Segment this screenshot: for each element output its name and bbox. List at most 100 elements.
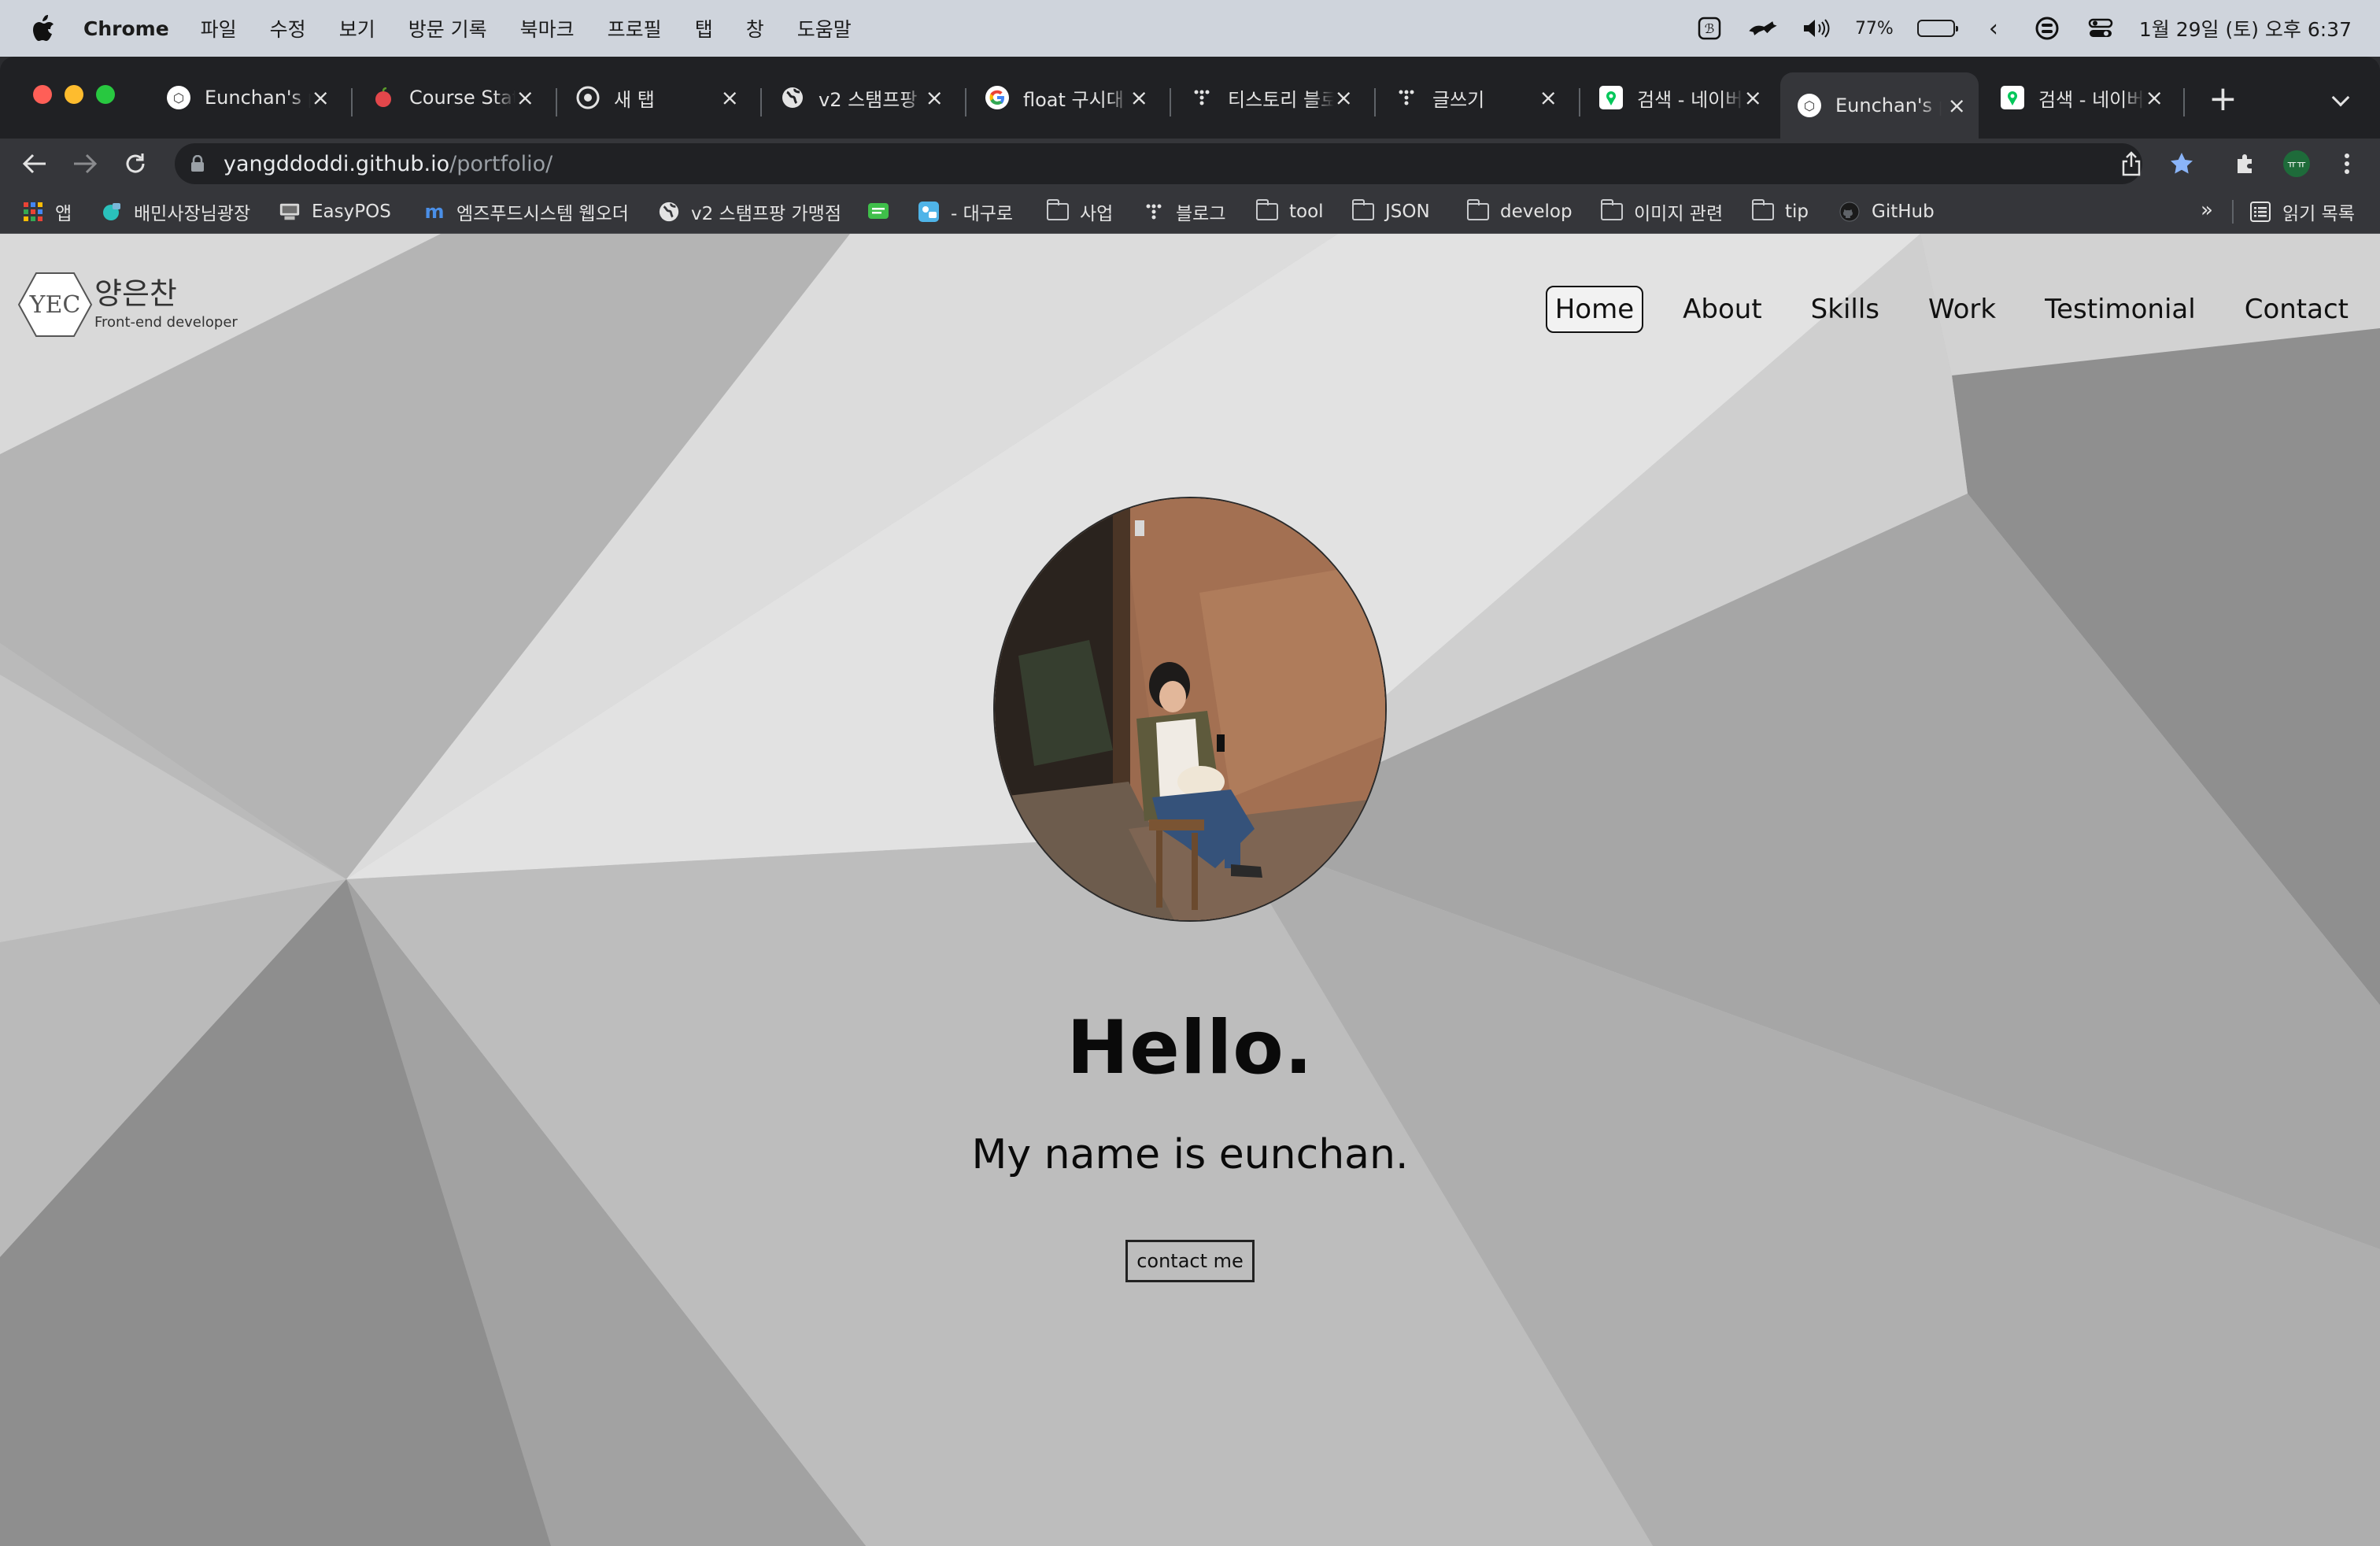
new-tab-plus-icon[interactable]: + [2208,82,2238,117]
tab-search-chevron-icon[interactable] [2331,88,2350,107]
browser-tab[interactable]: float 구시대 × [968,72,1161,123]
close-tab-icon[interactable]: × [312,85,330,111]
menu-bookmarks[interactable]: 북마크 [520,14,575,43]
control-center-icon[interactable] [2086,15,2116,42]
bookmark-folder-images[interactable]: 이미지 관련 [1601,197,1723,227]
bookmark-github[interactable]: GitHub [1839,197,1935,227]
menu-view[interactable]: 보기 [339,14,375,43]
nav-work[interactable]: Work [1919,286,2005,333]
bookmark-blog[interactable]: 블로그 [1143,197,1225,227]
profile-photo [993,497,1387,922]
address-url[interactable]: yangddoddi.github.io/portfolio/ [224,152,552,176]
menu-edit[interactable]: 수정 [270,14,306,43]
browser-tab[interactable]: 티스토리 블로그 × [1173,72,1366,123]
yec-favicon-icon: ⬡ [167,86,190,109]
menu-bar-clock[interactable]: 1월 29일 (토) 오후 6:37 [2139,14,2352,43]
nav-testimonial[interactable]: Testimonial [2035,286,2205,333]
menu-file[interactable]: 파일 [201,14,237,43]
tab-title: 검색 - 네이버 [1637,88,1743,111]
bookmark-folder-develop[interactable]: develop [1467,197,1572,227]
menu-tab[interactable]: 탭 [695,14,713,43]
close-tab-icon[interactable]: × [2145,85,2164,111]
browser-tab[interactable]: v2 스탬프팡 가맹점 × [763,72,956,123]
browser-tab[interactable]: ⬡ Eunchan's portfolio × [150,72,342,123]
url-domain: yangddoddi.github.io [224,151,450,176]
naver-map-favicon-icon [2001,86,2024,109]
bookmark-folder-business[interactable]: 사업 [1047,197,1113,227]
close-tab-icon[interactable]: × [721,85,739,111]
macos-menu-bar: Chrome 파일 수정 보기 방문 기록 북마크 프로필 탭 창 도움말 ℬ … [0,0,2380,57]
volume-icon[interactable] [1802,15,1831,42]
menu-window[interactable]: 창 [746,14,764,43]
menu-profiles[interactable]: 프로필 [608,14,662,43]
bookmark-easypos[interactable]: EasyPOS [279,197,391,227]
tab-strip: ⬡ Eunchan's portfolio × Course Status × … [0,57,2380,139]
browser-tab[interactable]: 글쓰기 × [1377,72,1570,123]
close-tab-icon[interactable]: × [1744,85,1762,111]
browser-tab-active[interactable]: ⬡ Eunchan's portfolio × [1780,72,1979,139]
close-tab-icon[interactable]: × [1130,85,1148,111]
running-cat-icon[interactable] [1748,15,1778,42]
close-tab-icon[interactable]: × [1539,85,1558,111]
zoom-window-button[interactable] [96,85,115,104]
nav-about[interactable]: About [1673,286,1772,333]
bopomofo-input-icon[interactable]: ℬ [1694,15,1724,42]
contact-me-button[interactable]: contact me [1125,1240,1255,1282]
menu-history[interactable]: 방문 기록 [408,14,487,43]
forward-arrow-icon[interactable] [69,148,101,179]
site-logo[interactable]: YEC 양은찬 Front-end developer [17,272,238,338]
nav-home[interactable]: Home [1545,286,1644,333]
google-favicon-icon [985,86,1009,109]
bookmark-chat[interactable] [867,197,900,227]
reload-icon[interactable] [120,148,151,179]
tab-title: Course Status [409,87,516,109]
logo-text: 양은찬 Front-end developer [94,277,238,331]
more-bookmarks-chevron-icon[interactable]: » [2201,198,2213,222]
browser-toolbar: yangddoddi.github.io/portfolio/ ㅠㅠ [0,139,2380,189]
url-path: /portfolio/ [449,151,553,176]
bookmark-stamppang[interactable]: v2 스탬프팡 가맹점 [658,197,841,227]
focus-mode-icon[interactable] [2032,15,2062,42]
bookmark-baemin[interactable]: 배민사장님광장 [101,197,250,227]
bookmark-mz-food[interactable]: m 엠즈푸드시스템 웹오더 [423,197,628,227]
nav-skills[interactable]: Skills [1802,286,1889,333]
close-tab-icon[interactable]: × [1335,85,1353,111]
folder-icon [1752,199,1774,223]
close-tab-icon[interactable]: × [926,85,944,111]
menu-app-name[interactable]: Chrome [83,17,169,40]
browser-tab[interactable]: 검색 - 네이버 × [1582,72,1775,123]
back-arrow-icon[interactable] [19,148,50,179]
battery-icon[interactable] [1916,20,1958,37]
nav-contact[interactable]: Contact [2235,286,2358,333]
minimize-window-button[interactable] [65,85,83,104]
bookmark-apps[interactable]: 앱 [22,197,72,227]
chrome-favicon-icon [576,86,600,109]
bookmark-star-icon[interactable] [2166,148,2197,179]
bookmark-folder-tip[interactable]: tip [1752,197,1809,227]
close-window-button[interactable] [33,85,52,104]
tab-separator [2183,88,2185,117]
menu-help[interactable]: 도움말 [797,14,852,43]
bookmark-daeguro[interactable]: - 대구로 [918,197,1013,227]
extensions-puzzle-icon[interactable] [2230,148,2262,179]
chevron-left-icon[interactable]: ‹ [1979,15,2009,43]
tab-separator [351,88,353,117]
bookmark-label: 블로그 [1176,204,1226,224]
reading-list-button[interactable]: 읽기 목록 [2249,197,2355,227]
lock-icon[interactable] [190,155,205,172]
tab-title: 티스토리 블로그 [1228,88,1334,111]
bookmark-label: 이미지 관련 [1634,204,1724,224]
close-tab-icon[interactable]: × [516,85,534,111]
bookmark-folder-json[interactable]: JSON [1352,197,1430,227]
share-icon[interactable] [2116,148,2147,179]
apple-logo-icon[interactable] [30,14,55,43]
bookmark-label: 앱 [55,204,72,224]
browser-tab[interactable]: 검색 - 네이버 × [1983,72,2176,123]
more-menu-icon[interactable] [2331,148,2363,179]
profile-avatar-icon[interactable]: ㅠㅠ [2281,148,2312,179]
browser-tab[interactable]: 새 탭 × [559,72,752,123]
bookmark-folder-tool[interactable]: tool [1256,197,1324,227]
close-tab-icon[interactable]: × [1948,93,1966,119]
address-bar[interactable]: yangddoddi.github.io/portfolio/ [175,143,2142,184]
browser-tab[interactable]: Course Status × [354,72,547,123]
